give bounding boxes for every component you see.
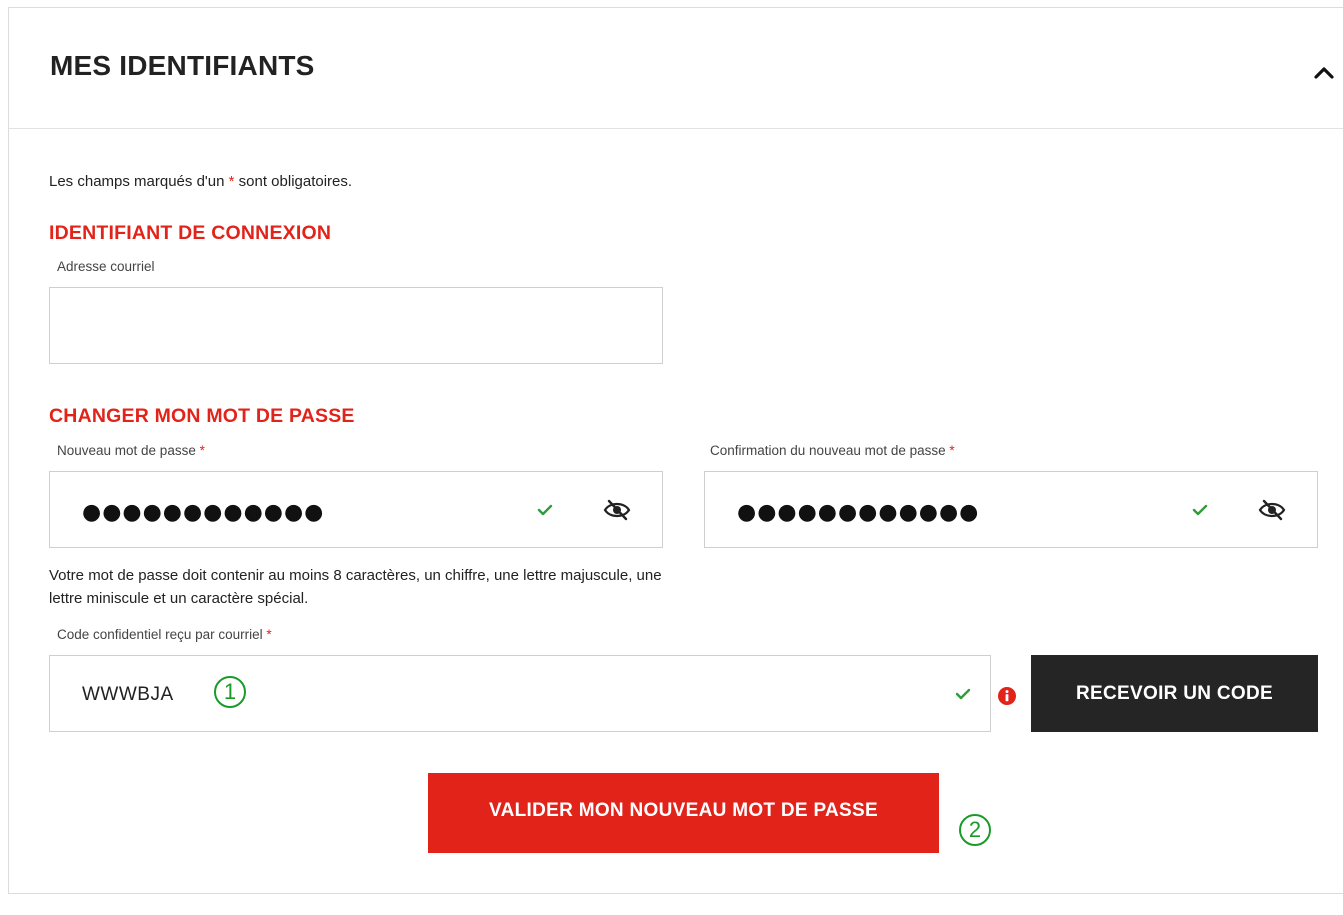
card-title: MES IDENTIFIANTS bbox=[50, 50, 315, 81]
eye-slash-icon[interactable] bbox=[1257, 498, 1287, 522]
code-value[interactable]: WWWBJA bbox=[82, 684, 174, 706]
required-star: * bbox=[199, 443, 205, 458]
check-icon bbox=[1192, 504, 1208, 516]
note-text-before: Les champs marqués d'un bbox=[49, 173, 229, 190]
new-password-masked-value[interactable]: ●●●●●●●●●●●● bbox=[82, 502, 324, 524]
new-password-label: Nouveau mot de passe * bbox=[57, 443, 205, 458]
submit-new-password-button[interactable]: VALIDER MON NOUVEAU MOT DE PASSE bbox=[428, 773, 939, 853]
eye-slash-icon[interactable] bbox=[602, 498, 632, 522]
email-field[interactable] bbox=[49, 287, 663, 364]
new-password-label-text: Nouveau mot de passe bbox=[57, 443, 196, 458]
credentials-card: MES IDENTIFIANTS bbox=[8, 7, 1343, 894]
code-label: Code confidentiel reçu par courriel * bbox=[57, 627, 272, 642]
info-icon[interactable] bbox=[997, 686, 1017, 706]
password-rules-hint: Votre mot de passe doit contenir au moin… bbox=[49, 567, 662, 607]
step-one-digit: 1 bbox=[223, 679, 237, 704]
new-password-field[interactable]: ●●●●●●●●●●●● bbox=[49, 471, 663, 548]
code-label-text: Code confidentiel reçu par courriel bbox=[57, 627, 263, 642]
login-section-title: IDENTIFIANT DE CONNEXION bbox=[49, 222, 332, 244]
check-icon bbox=[537, 504, 553, 516]
note-text-after: sont obligatoires. bbox=[234, 173, 353, 190]
code-field[interactable]: WWWBJA ① 1 bbox=[49, 655, 991, 732]
chevron-up-icon[interactable] bbox=[1309, 58, 1339, 88]
password-section-title: CHANGER MON MOT DE PASSE bbox=[49, 405, 355, 427]
required-star: * bbox=[266, 627, 272, 642]
email-input[interactable] bbox=[50, 288, 662, 363]
check-icon bbox=[955, 688, 971, 700]
required-fields-note: Les champs marqués d'un * sont obligatoi… bbox=[49, 173, 352, 190]
card-header[interactable]: MES IDENTIFIANTS bbox=[9, 8, 1343, 129]
required-star: * bbox=[949, 443, 955, 458]
receive-code-button[interactable]: RECEVOIR UN CODE bbox=[1031, 655, 1318, 732]
step-one-marker: ① 1 bbox=[213, 675, 247, 709]
step-two-marker: ② 2 bbox=[958, 813, 992, 847]
confirm-password-field[interactable]: ●●●●●●●●●●●● bbox=[704, 471, 1318, 548]
confirm-password-label-text: Confirmation du nouveau mot de passe bbox=[710, 443, 946, 458]
confirm-password-masked-value[interactable]: ●●●●●●●●●●●● bbox=[737, 502, 979, 524]
email-label: Adresse courriel bbox=[57, 259, 155, 274]
confirm-password-label: Confirmation du nouveau mot de passe * bbox=[710, 443, 955, 458]
step-two-digit: 2 bbox=[968, 817, 982, 842]
